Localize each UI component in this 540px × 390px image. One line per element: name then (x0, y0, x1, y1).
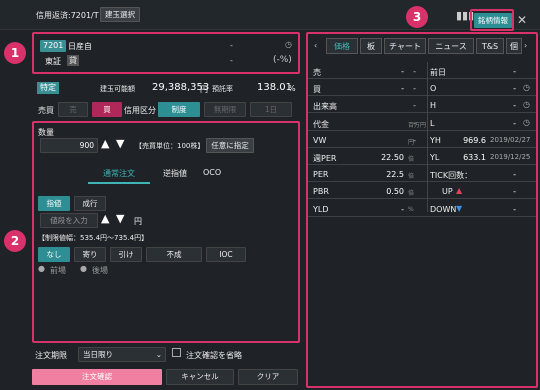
clear-button[interactable]: クリア (238, 369, 298, 385)
seido-button[interactable]: 制度 (158, 102, 200, 117)
avail-unit: 円 (200, 85, 208, 94)
title-bar: 信用返済:7201/T 建玉選択 ▮▮▮ 銘柄情報 ✕ (0, 0, 540, 30)
section-1-frame (32, 32, 300, 74)
credit-label: 信用区分 (124, 106, 156, 115)
confirm-order-button[interactable]: 注文確認 (32, 369, 162, 385)
window-title: 信用返済:7201/T (36, 11, 99, 20)
margin-label: 預託率 (212, 85, 233, 93)
select-position-button[interactable]: 建玉選択 (100, 7, 140, 22)
cancel-button[interactable]: キャンセル (166, 369, 234, 385)
section-2-frame (32, 121, 300, 343)
skip-confirm-checkbox[interactable] (172, 348, 181, 357)
ichinichi-button[interactable]: 1日 (250, 102, 292, 117)
callout-3: 3 (406, 6, 428, 28)
mukigen-button[interactable]: 無期限 (204, 102, 246, 117)
close-icon[interactable]: ✕ (517, 13, 527, 27)
callout-2: 2 (4, 230, 26, 252)
avail-label: 建玉可能額 (100, 85, 135, 93)
order-window: 信用返済:7201/T 建玉選択 ▮▮▮ 銘柄情報 ✕ 7201 日産自 東証 … (0, 0, 540, 390)
sell-button[interactable]: 売 (58, 102, 88, 117)
buysell-label: 売買 (38, 106, 54, 115)
margin-unit: % (288, 84, 296, 93)
expiry-value: 当日限り (83, 350, 113, 359)
section-3-frame (306, 32, 538, 388)
chevron-down-icon: ⌄ (155, 350, 162, 359)
expiry-label: 注文期限 (35, 351, 67, 360)
buy-button[interactable]: 買 (92, 102, 122, 117)
stock-info-frame (470, 9, 514, 31)
margin-value: 138.01 (257, 82, 292, 93)
account-type-badge: 特定 (37, 82, 59, 94)
skip-confirm-label: 注文確認を省略 (186, 351, 242, 360)
expiry-select[interactable]: 当日限り ⌄ (78, 347, 166, 362)
callout-1: 1 (4, 42, 26, 64)
